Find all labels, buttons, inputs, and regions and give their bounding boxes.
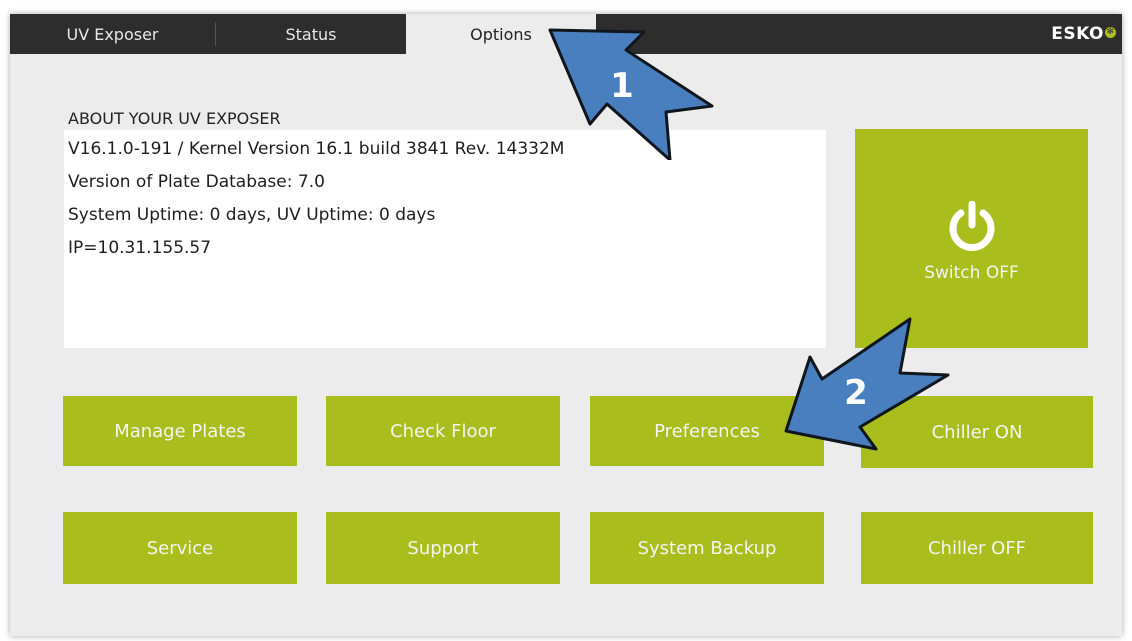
about-info-panel: V16.1.0-191 / Kernel Version 16.1 build … bbox=[64, 130, 826, 348]
uptime-line: System Uptime: 0 days, UV Uptime: 0 days bbox=[68, 205, 436, 225]
about-section-title: ABOUT YOUR UV EXPOSER bbox=[68, 109, 281, 128]
check-floor-button[interactable]: Check Floor bbox=[326, 396, 560, 466]
ip-address-line: IP=10.31.155.57 bbox=[68, 238, 212, 258]
esko-logo: ESKO bbox=[1051, 14, 1116, 54]
preferences-button[interactable]: Preferences bbox=[590, 396, 824, 466]
logo-text: ESKO bbox=[1051, 24, 1104, 44]
service-button[interactable]: Service bbox=[63, 512, 297, 584]
switch-off-button[interactable]: Switch OFF bbox=[855, 129, 1088, 348]
application-window: UV Exposer Status Options ESKO ABOUT YOU… bbox=[10, 14, 1122, 636]
version-line: V16.1.0-191 / Kernel Version 16.1 build … bbox=[68, 139, 565, 159]
system-backup-button[interactable]: System Backup bbox=[590, 512, 824, 584]
support-button[interactable]: Support bbox=[326, 512, 560, 584]
switch-off-label: Switch OFF bbox=[924, 262, 1019, 283]
chiller-off-button[interactable]: Chiller OFF bbox=[861, 512, 1093, 584]
tab-options[interactable]: Options bbox=[406, 14, 596, 54]
top-navigation-bar: UV Exposer Status Options ESKO bbox=[10, 14, 1122, 54]
manage-plates-button[interactable]: Manage Plates bbox=[63, 396, 297, 466]
chiller-on-button[interactable]: Chiller ON bbox=[861, 396, 1093, 468]
tab-status[interactable]: Status bbox=[216, 14, 406, 54]
plate-database-version-line: Version of Plate Database: 7.0 bbox=[68, 172, 325, 192]
power-icon bbox=[949, 200, 994, 251]
logo-mark-icon bbox=[1105, 25, 1116, 39]
tab-uv-exposer[interactable]: UV Exposer bbox=[10, 14, 215, 54]
